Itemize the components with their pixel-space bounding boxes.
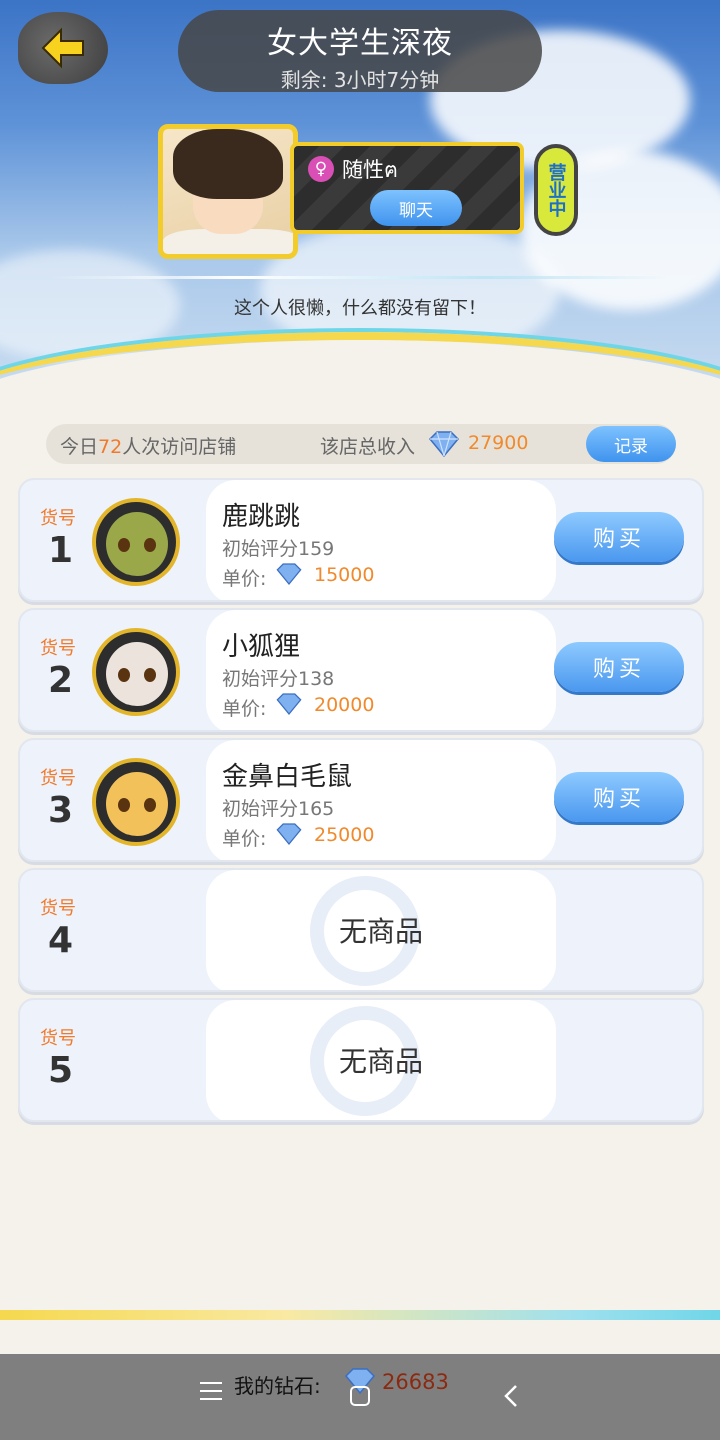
pet-avatar[interactable] [92,758,180,846]
my-diamonds-label: 我的钻石: [234,1374,321,1398]
pet-name: 金鼻白毛鼠 [222,762,353,792]
owner-profile: ♀ 随性ฅ 聊天 营业中 [158,124,588,264]
owner-bio: 这个人很懒，什么都没有留下！ [234,298,486,319]
price-label: 单价: [222,698,267,720]
slot-label: 货号 [40,898,76,919]
slot-number: 2 [48,660,74,701]
home-icon[interactable] [350,1386,370,1406]
divider [50,276,670,279]
back-button[interactable] [18,12,108,84]
owner-name: 随性ฅ [342,158,399,182]
chat-button[interactable]: 聊天 [370,190,462,226]
slot-label: 货号 [40,508,76,529]
shop-title-pill: 女大学生深夜 剩余: 3小时7分钟 [178,10,542,92]
empty-slot-text: 无商品 [338,1045,423,1078]
goods-slot: 货号 1 鹿跳跳 初始评分159 单价: 15000 购买 [18,478,704,602]
slot-number: 1 [48,530,74,571]
slot-number: 3 [48,790,74,831]
buy-button[interactable]: 购买 [554,642,684,692]
shop-title: 女大学生深夜 [267,26,453,61]
price-label: 单价: [222,568,267,590]
goods-slot: 货号 3 金鼻白毛鼠 初始评分165 单价: 25000 购买 [18,738,704,862]
pet-price: 25000 [314,824,375,846]
diamond-icon [276,563,302,585]
pet-avatar[interactable] [92,628,180,716]
owner-info-box: ♀ 随性ฅ 聊天 [290,142,524,234]
slot-label: 货号 [40,638,76,659]
pet-price: 20000 [314,694,375,716]
pet-score: 初始评分165 [222,798,335,820]
pet-avatar[interactable] [92,498,180,586]
diamond-icon [428,431,460,458]
menu-icon[interactable] [200,1382,222,1402]
female-icon: ♀ [308,156,334,182]
pet-name: 小狐狸 [222,632,301,662]
empty-slot-text: 无商品 [338,915,423,948]
status-badge: 营业中 [534,144,578,236]
goods-slot-empty: 货号 4 无商品 [18,868,704,992]
diamond-icon [276,823,302,845]
visit-count: 今日72人次访问店铺 [60,432,236,459]
diamond-icon [276,693,302,715]
visit-suffix: 人次访问店铺 [122,436,237,458]
slot-label: 货号 [40,1028,76,1049]
chevron-left-icon[interactable] [500,1382,524,1410]
income-label: 该店总收入 [320,436,416,458]
bottom-bar: 我的钻石: 26683 [0,1354,720,1440]
slot-number: 4 [48,920,74,961]
visit-number: 72 [98,436,123,458]
my-diamonds-value: 26683 [382,1370,449,1394]
pet-score: 初始评分159 [222,538,335,560]
income-value: 27900 [468,432,529,454]
buy-button[interactable]: 购买 [554,772,684,822]
slot-label: 货号 [40,768,76,789]
remaining-time: 剩余: 3小时7分钟 [280,68,440,92]
buy-button[interactable]: 购买 [554,512,684,562]
slot-number: 5 [48,1050,74,1091]
goods-slot-empty: 货号 5 无商品 [18,998,704,1122]
pet-price: 15000 [314,564,375,586]
visit-prefix: 今日 [60,436,99,458]
bottom-strip [0,1320,720,1354]
pet-name: 鹿跳跳 [222,502,301,532]
record-button[interactable]: 记录 [586,426,676,462]
pet-score: 初始评分138 [222,668,335,690]
goods-slot: 货号 2 小狐狸 初始评分138 单价: 20000 购买 [18,608,704,732]
shop-stats-bar: 今日72人次访问店铺 该店总收入 27900 记录 [46,424,676,464]
owner-avatar[interactable] [158,124,298,259]
price-label: 单价: [222,828,267,850]
arrow-left-icon [41,27,84,69]
bottom-rainbow-divider [0,1310,720,1320]
